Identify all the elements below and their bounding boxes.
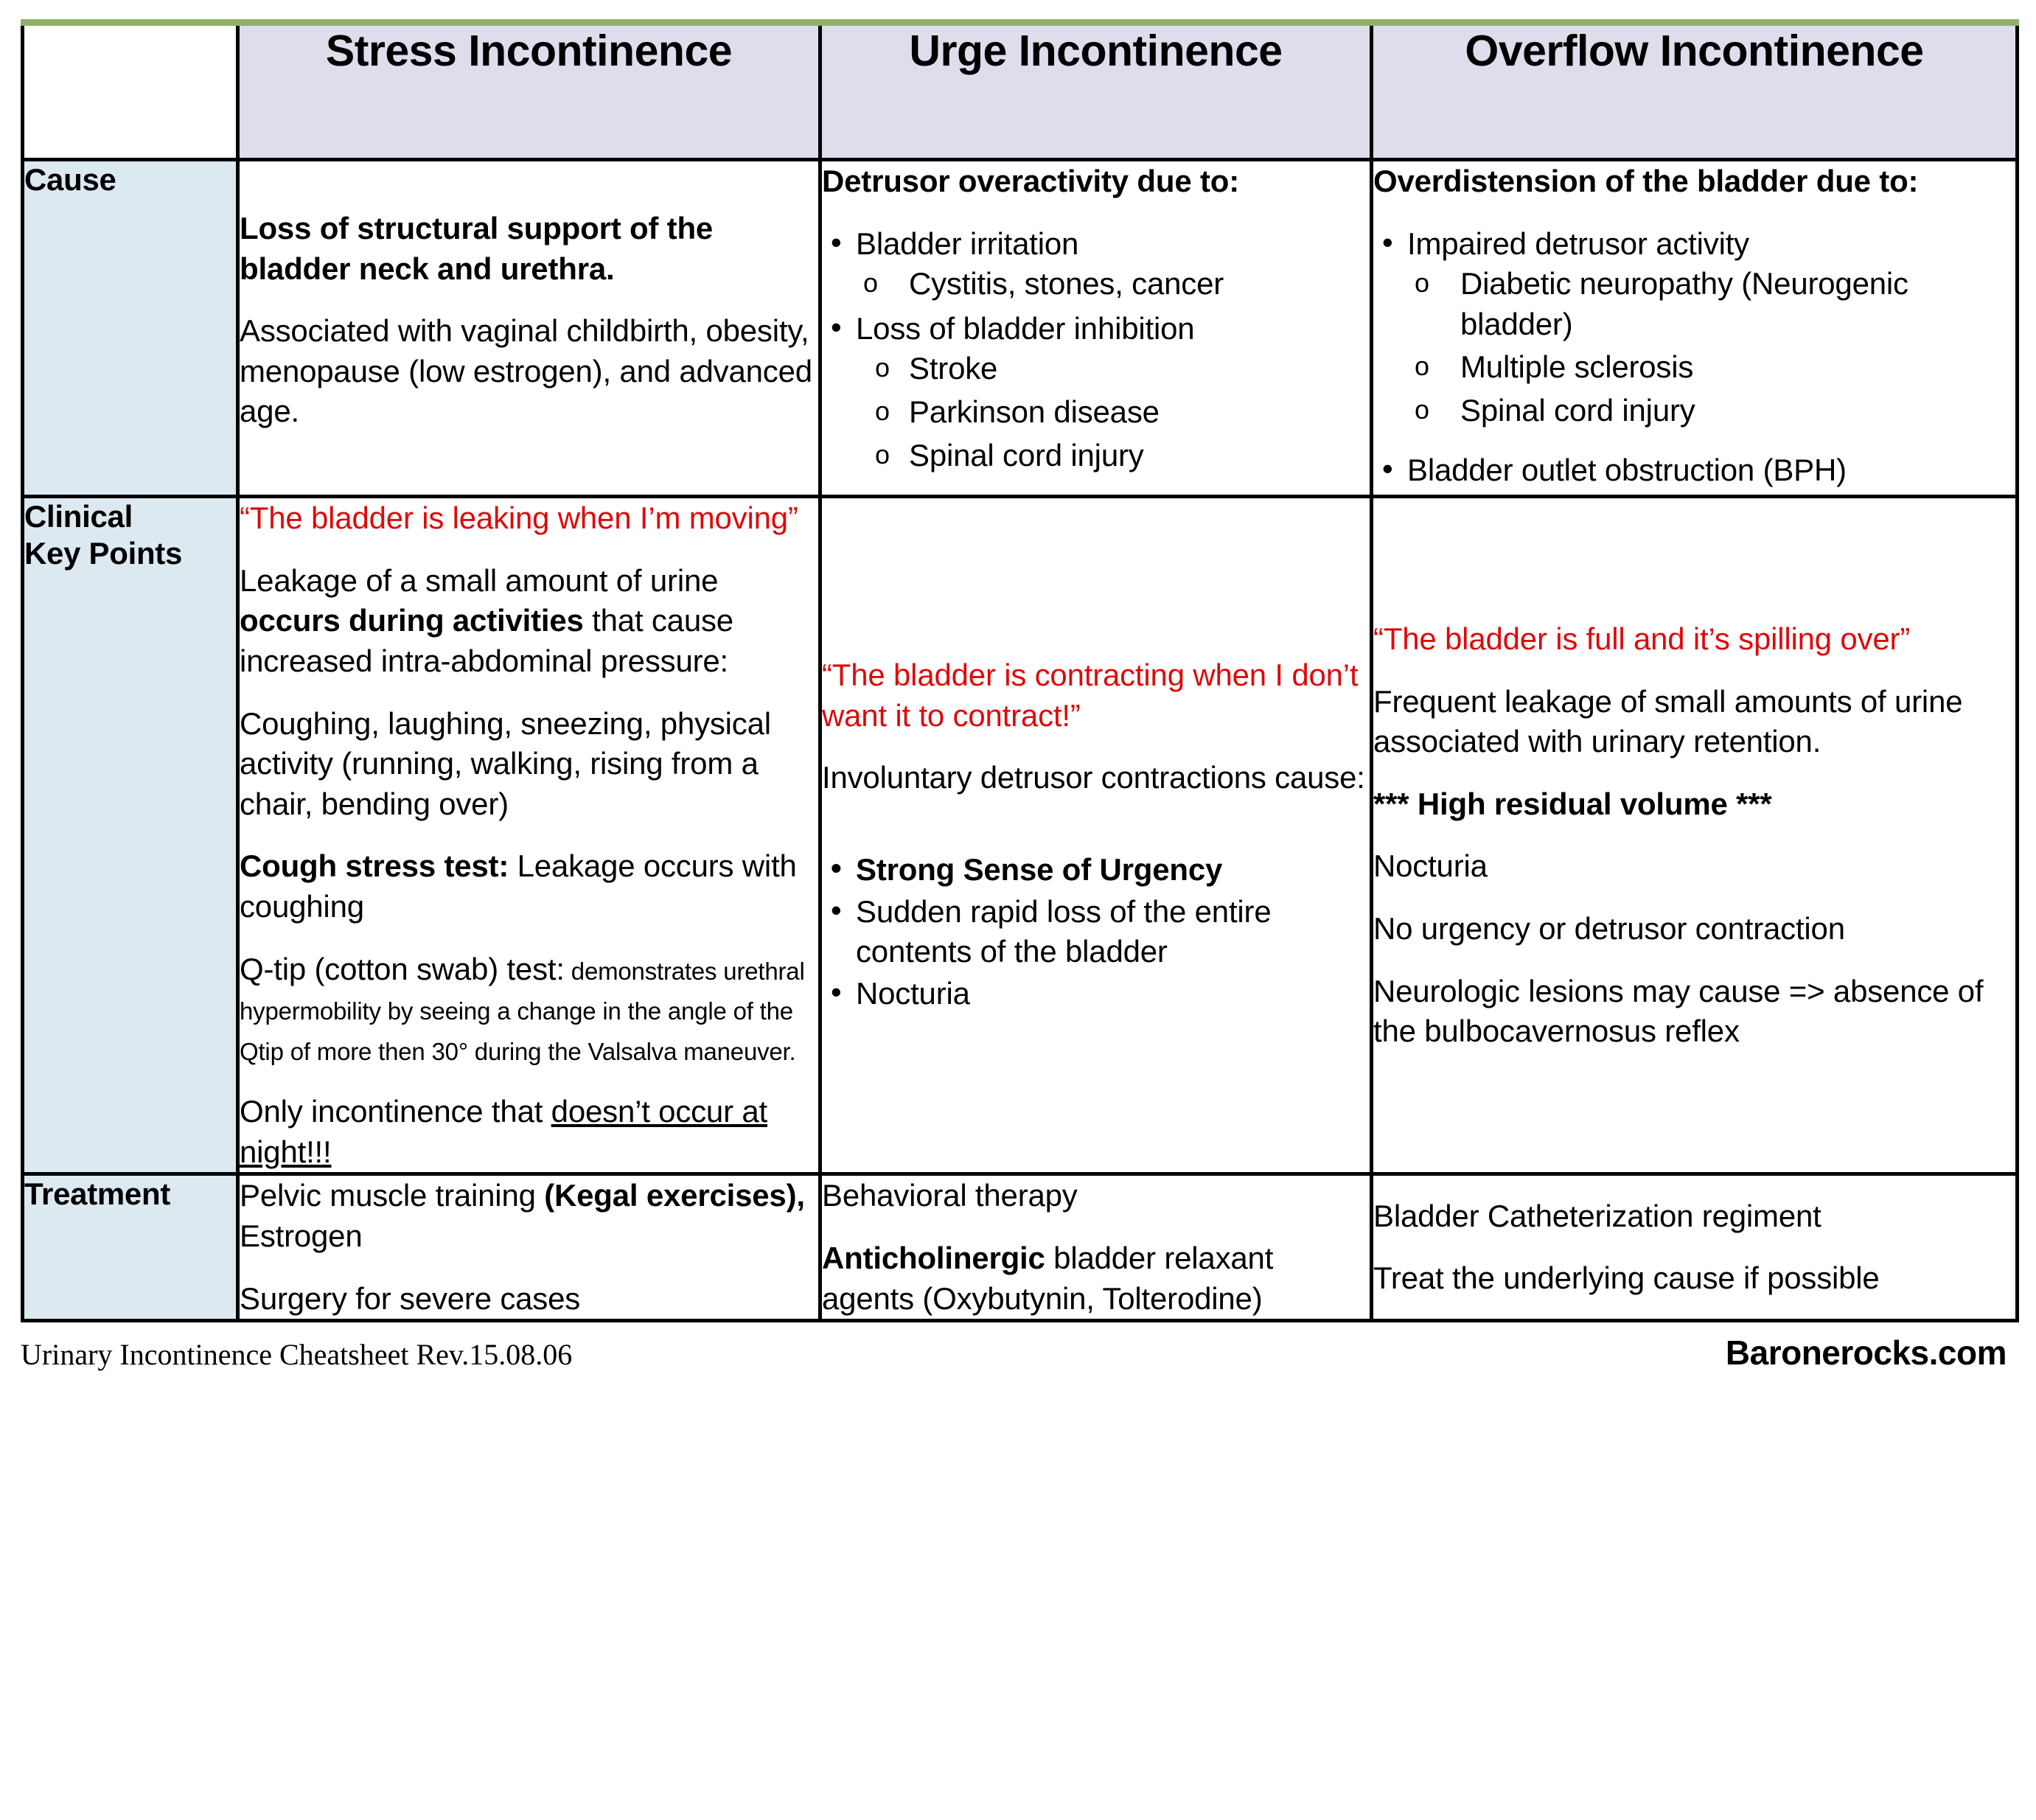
treatment-urge-p1: Behavioral therapy bbox=[822, 1178, 1078, 1213]
table-row-cause: Cause Loss of structural support of the … bbox=[21, 157, 2019, 499]
list-item: Spinal cord injury bbox=[875, 436, 1370, 476]
page-footer: Urinary Incontinence Cheatsheet Rev.15.0… bbox=[21, 1333, 2015, 1373]
treatment-stress-p2: Surgery for severe cases bbox=[240, 1280, 581, 1316]
list-item: Impaired detrusor activity Diabetic neur… bbox=[1382, 223, 2015, 431]
cell-clinical-urge: “The bladder is contracting when I don’t… bbox=[818, 495, 1373, 1176]
list-item: Nocturia bbox=[831, 972, 1370, 1014]
clinical-stress-p4: Q-tip (cotton swab) test: demonstrates u… bbox=[240, 949, 818, 1070]
list-item: Multiple sclerosis bbox=[1415, 347, 2015, 388]
cause-urge-sublist-2: Stroke Parkinson disease Spinal cord inj… bbox=[856, 349, 1370, 475]
clinical-urge-p1: Involuntary detrusor contractions cause: bbox=[822, 760, 1365, 795]
footer-site-credit: Baronerocks.com bbox=[1725, 1333, 2007, 1373]
clinical-overflow-p4: No urgency or detrusor contraction bbox=[1373, 910, 1845, 946]
treatment-overflow-p1: Bladder Catheterization regiment bbox=[1373, 1198, 1821, 1233]
cell-cause-stress: Loss of structural support of the bladde… bbox=[236, 157, 822, 499]
clinical-overflow-p2: *** High residual volume *** bbox=[1373, 786, 1772, 821]
cause-overflow-list: Impaired detrusor activity Diabetic neur… bbox=[1373, 223, 2015, 431]
list-item: Parkinson disease bbox=[875, 392, 1370, 433]
table-row-clinical: Clinical Key Points “The bladder is leak… bbox=[21, 495, 2019, 1176]
list-item: Stroke bbox=[875, 349, 1370, 389]
cause-overflow-bullet1: Impaired detrusor activity bbox=[1407, 226, 1749, 261]
clinical-stress-quote: “The bladder is leaking when I’m moving” bbox=[240, 501, 798, 536]
treatment-stress-p1a: Pelvic muscle training bbox=[240, 1178, 545, 1213]
clinical-stress-p1: Leakage of a small amount of urine occur… bbox=[240, 561, 818, 682]
list-item: Bladder outlet obstruction (BPH) bbox=[1382, 449, 2015, 491]
row-label-cause: Cause bbox=[21, 157, 240, 499]
cell-cause-overflow: Overdistension of the bladder due to: Im… bbox=[1370, 157, 2019, 499]
row-label-clinical: Clinical Key Points bbox=[21, 495, 240, 1176]
clinical-stress-p5a: Only incontinence that bbox=[240, 1094, 551, 1129]
clinical-overflow-p5: Neurologic lesions may cause => absence … bbox=[1373, 973, 1984, 1049]
cell-clinical-stress: “The bladder is leaking when I’m moving”… bbox=[236, 495, 822, 1176]
clinical-overflow-quote: “The bladder is full and it’s spilling o… bbox=[1373, 621, 1911, 656]
treatment-overflow-p2: Treat the underlying cause if possible bbox=[1373, 1261, 1880, 1296]
row-label-clinical-line2: Key Points bbox=[24, 535, 183, 571]
footer-title: Urinary Incontinence Cheatsheet Rev.15.0… bbox=[21, 1338, 573, 1372]
column-header-urge: Urge Incontinence bbox=[818, 21, 1373, 161]
cell-clinical-overflow: “The bladder is full and it’s spilling o… bbox=[1370, 495, 2019, 1176]
cause-urge-heading: Detrusor overactivity due to: bbox=[822, 164, 1239, 198]
cause-overflow-list-2: Bladder outlet obstruction (BPH) bbox=[1373, 449, 2015, 491]
clinical-stress-p5: Only incontinence that doesn’t occur at … bbox=[240, 1092, 818, 1172]
cell-treatment-overflow: Bladder Catheterization regiment Treat t… bbox=[1370, 1172, 2019, 1323]
cause-overflow-heading: Overdistension of the bladder due to: bbox=[1373, 164, 1919, 198]
clinical-overflow-p1: Frequent leakage of small amounts of uri… bbox=[1373, 683, 1963, 759]
cause-urge-list: Bladder irritation Cystitis, stones, can… bbox=[822, 223, 1370, 476]
cause-urge-bullet2: Loss of bladder inhibition bbox=[856, 310, 1195, 346]
list-item: Sudden rapid loss of the entire contents… bbox=[831, 890, 1370, 972]
incontinence-comparison-table: Stress Incontinence Urge Incontinence Ov… bbox=[21, 19, 2019, 1323]
clinical-stress-p1-bold: occurs during activities bbox=[240, 603, 584, 638]
treatment-urge-p2: Anticholinergic bladder relaxant agents … bbox=[822, 1238, 1370, 1319]
clinical-stress-p1a: Leakage of a small amount of urine bbox=[240, 562, 719, 598]
column-header-stress: Stress Incontinence bbox=[236, 21, 822, 161]
list-item: Strong Sense of Urgency bbox=[831, 848, 1370, 890]
clinical-stress-p4-lead: Q-tip (cotton swab) test: bbox=[240, 951, 565, 986]
cell-cause-urge: Detrusor overactivity due to: Bladder ir… bbox=[818, 157, 1373, 499]
clinical-urge-quote: “The bladder is contracting when I don’t… bbox=[822, 658, 1359, 733]
table-row-treatment: Treatment Pelvic muscle training (Kegal … bbox=[21, 1172, 2019, 1323]
cause-stress-headline: Loss of structural support of the bladde… bbox=[240, 211, 714, 286]
treatment-stress-p1: Pelvic muscle training (Kegal exercises)… bbox=[240, 1176, 818, 1256]
cell-treatment-stress: Pelvic muscle training (Kegal exercises)… bbox=[236, 1172, 822, 1323]
clinical-overflow-p3: Nocturia bbox=[1373, 848, 1488, 884]
clinical-urge-list: Strong Sense of Urgency Sudden rapid los… bbox=[822, 848, 1370, 1014]
clinical-stress-p3-bold: Cough stress test: bbox=[240, 848, 509, 884]
cause-urge-bullet1: Bladder irritation bbox=[856, 226, 1079, 261]
table-header-row: Stress Incontinence Urge Incontinence Ov… bbox=[21, 21, 2019, 161]
cause-overflow-sublist-1: Diabetic neuropathy (Neurogenic bladder)… bbox=[1407, 264, 2015, 430]
list-item: Cystitis, stones, cancer bbox=[863, 264, 1370, 304]
cause-stress-detail: Associated with vaginal childbirth, obes… bbox=[240, 313, 812, 429]
column-header-overflow: Overflow Incontinence bbox=[1370, 21, 2019, 161]
cause-urge-sublist-1: Cystitis, stones, cancer bbox=[856, 264, 1370, 304]
row-label-clinical-line1: Clinical bbox=[24, 499, 133, 534]
row-label-treatment: Treatment bbox=[21, 1172, 240, 1323]
clinical-stress-p3: Cough stress test: Leakage occurs with c… bbox=[240, 846, 818, 927]
treatment-stress-p1-bold: (Kegal exercises), bbox=[544, 1178, 805, 1213]
list-item: Diabetic neuropathy (Neurogenic bladder) bbox=[1415, 264, 2015, 344]
treatment-urge-p2-bold: Anticholinergic bbox=[822, 1241, 1045, 1276]
list-item: Loss of bladder inhibition Stroke Parkin… bbox=[831, 307, 1370, 475]
list-item: Spinal cord injury bbox=[1415, 391, 2015, 431]
cell-treatment-urge: Behavioral therapy Anticholinergic bladd… bbox=[818, 1172, 1373, 1323]
treatment-stress-p1b: Estrogen bbox=[240, 1218, 363, 1254]
list-item: Bladder irritation Cystitis, stones, can… bbox=[831, 223, 1370, 304]
table-corner-cell bbox=[21, 21, 240, 161]
clinical-stress-p2: Coughing, laughing, sneezing, physical a… bbox=[240, 705, 771, 821]
cheatsheet-page: Stress Incontinence Urge Incontinence Ov… bbox=[0, 0, 2036, 1820]
